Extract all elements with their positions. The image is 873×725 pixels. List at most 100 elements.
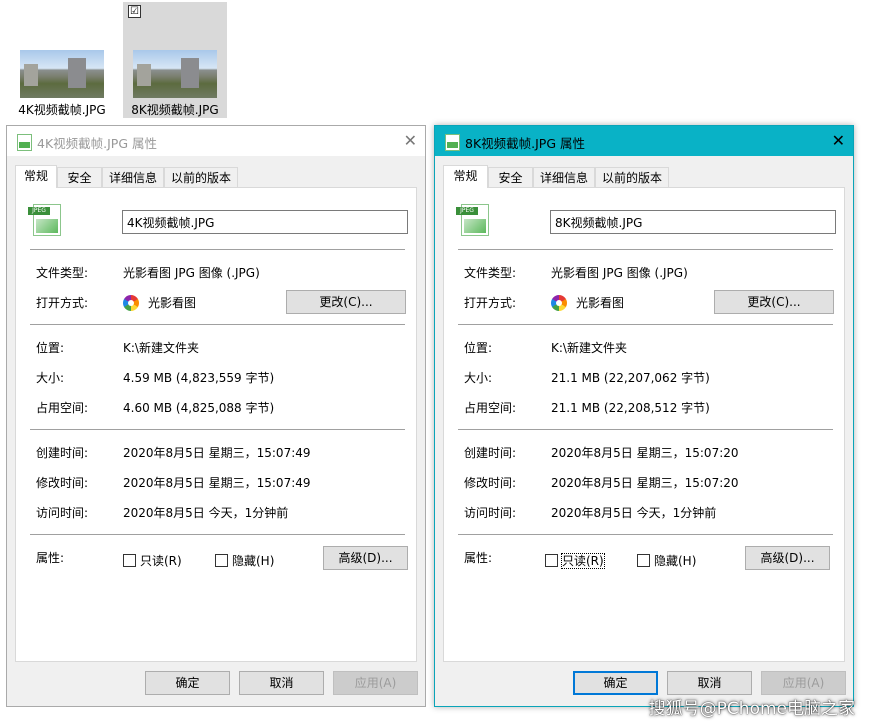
file-type-value: 光影看图 JPG 图像 (.JPG) [551,266,688,280]
photo-thumbnail-image [20,50,104,98]
attributes-label: 属性: [464,551,493,565]
jpeg-badge: JPEG [456,207,478,215]
readonly-text: 只读(R) [140,554,182,568]
window-title: 4K视频截帧.JPG 属性 [37,136,158,151]
image-landscape-icon [464,219,486,233]
tab-general[interactable]: 常规 [15,165,57,188]
photo-viewer-app-icon [551,295,567,311]
selection-checkbox[interactable]: ☑ [128,5,141,18]
modified-value: 2020年8月5日 星期三，15:07:49 [123,476,311,490]
filename-input[interactable]: 8K视频截帧.JPG [550,210,836,234]
properties-dialog-8k: 8K视频截帧.JPG 属性 ✕ 常规 安全 详细信息 以前的版本 JPEG 8K… [434,125,854,707]
disk-size-value: 4.60 MB (4,825,088 字节) [123,401,275,415]
created-label: 创建时间: [36,446,89,460]
thumbnail-8k[interactable]: ☑ 8K视频截帧.JPG [123,2,227,118]
jpeg-file-icon: JPEG [28,204,61,236]
divider [458,534,833,535]
thumbnail-caption: 8K视频截帧.JPG [131,103,219,117]
divider [30,534,405,535]
divider [30,429,405,430]
disk-size-label: 占用空间: [36,401,89,415]
checkbox-box[interactable] [545,554,558,567]
change-button[interactable]: 更改(C)... [286,290,406,314]
divider [458,429,833,430]
disk-size-value: 21.1 MB (22,208,512 字节) [551,401,710,415]
close-icon[interactable]: ✕ [832,131,845,150]
accessed-value: 2020年8月5日 今天，1分钟前 [551,506,717,520]
jpg-file-icon [17,134,32,151]
location-value: K:\新建文件夹 [123,341,199,355]
checkbox-box[interactable] [123,554,136,567]
tab-general[interactable]: 常规 [443,165,488,188]
tab-security[interactable]: 安全 [57,167,102,187]
apply-button[interactable]: 应用(A) [333,671,418,695]
title-bar[interactable]: 4K视频截帧.JPG 属性 ✕ [7,126,425,156]
properties-dialog-4k: 4K视频截帧.JPG 属性 ✕ 常规 安全 详细信息 以前的版本 JPEG 4K… [6,125,426,707]
jpeg-file-icon: JPEG [456,204,489,236]
thumbnail-4k[interactable]: 4K视频截帧.JPG [10,2,114,118]
disk-size-label: 占用空间: [464,401,517,415]
tab-previous-versions[interactable]: 以前的版本 [164,167,238,187]
apply-button[interactable]: 应用(A) [761,671,846,695]
location-value: K:\新建文件夹 [551,341,627,355]
hidden-checkbox[interactable]: 隐藏(H) [637,552,696,569]
photo-thumbnail-image [133,50,217,98]
checkbox-box[interactable] [215,554,228,567]
advanced-button[interactable]: 高级(D)... [745,546,830,570]
filename-input[interactable]: 4K视频截帧.JPG [122,210,408,234]
tab-previous-versions[interactable]: 以前的版本 [595,167,669,187]
location-label: 位置: [464,341,493,355]
cancel-button[interactable]: 取消 [239,671,324,695]
modified-label: 修改时间: [36,476,89,490]
divider [30,249,405,250]
tab-details[interactable]: 详细信息 [533,167,595,187]
readonly-checkbox[interactable]: 只读(R) [545,552,605,569]
divider [30,324,405,325]
change-button[interactable]: 更改(C)... [714,290,834,314]
created-value: 2020年8月5日 星期三，15:07:49 [123,446,311,460]
window-title: 8K视频截帧.JPG 属性 [465,136,586,151]
size-value: 21.1 MB (22,207,062 字节) [551,371,710,385]
size-label: 大小: [36,371,65,385]
accessed-label: 访问时间: [36,506,89,520]
ok-button[interactable]: 确定 [573,671,658,695]
hidden-checkbox[interactable]: 隐藏(H) [215,552,274,569]
divider [458,324,833,325]
divider [458,249,833,250]
created-label: 创建时间: [464,446,517,460]
file-type-label: 文件类型: [464,266,517,280]
attributes-label: 属性: [36,551,65,565]
general-panel: JPEG 4K视频截帧.JPG 文件类型: 光影看图 JPG 图像 (.JPG)… [15,187,417,662]
modified-value: 2020年8月5日 星期三，15:07:20 [551,476,739,490]
general-panel: JPEG 8K视频截帧.JPG 文件类型: 光影看图 JPG 图像 (.JPG)… [443,187,845,662]
created-value: 2020年8月5日 星期三，15:07:20 [551,446,739,460]
close-icon[interactable]: ✕ [404,131,417,150]
cancel-button[interactable]: 取消 [667,671,752,695]
readonly-text: 只读(R) [561,553,605,569]
open-with-label: 打开方式: [464,296,517,310]
thumbnail-caption: 4K视频截帧.JPG [18,103,106,117]
file-type-label: 文件类型: [36,266,89,280]
open-with-value: 光影看图 [576,296,625,310]
size-label: 大小: [464,371,493,385]
open-with-label: 打开方式: [36,296,89,310]
location-label: 位置: [36,341,65,355]
file-type-value: 光影看图 JPG 图像 (.JPG) [123,266,260,280]
tab-details[interactable]: 详细信息 [102,167,164,187]
hidden-text: 隐藏(H) [654,554,697,568]
jpg-file-icon [445,134,460,151]
open-with-value: 光影看图 [148,296,197,310]
tab-security[interactable]: 安全 [488,167,533,187]
advanced-button[interactable]: 高级(D)... [323,546,408,570]
title-bar[interactable]: 8K视频截帧.JPG 属性 ✕ [435,126,853,156]
modified-label: 修改时间: [464,476,517,490]
image-landscape-icon [36,219,58,233]
ok-button[interactable]: 确定 [145,671,230,695]
size-value: 4.59 MB (4,823,559 字节) [123,371,275,385]
photo-viewer-app-icon [123,295,139,311]
hidden-text: 隐藏(H) [232,554,275,568]
jpeg-badge: JPEG [28,207,50,215]
readonly-checkbox[interactable]: 只读(R) [123,552,182,569]
accessed-label: 访问时间: [464,506,517,520]
checkbox-box[interactable] [637,554,650,567]
